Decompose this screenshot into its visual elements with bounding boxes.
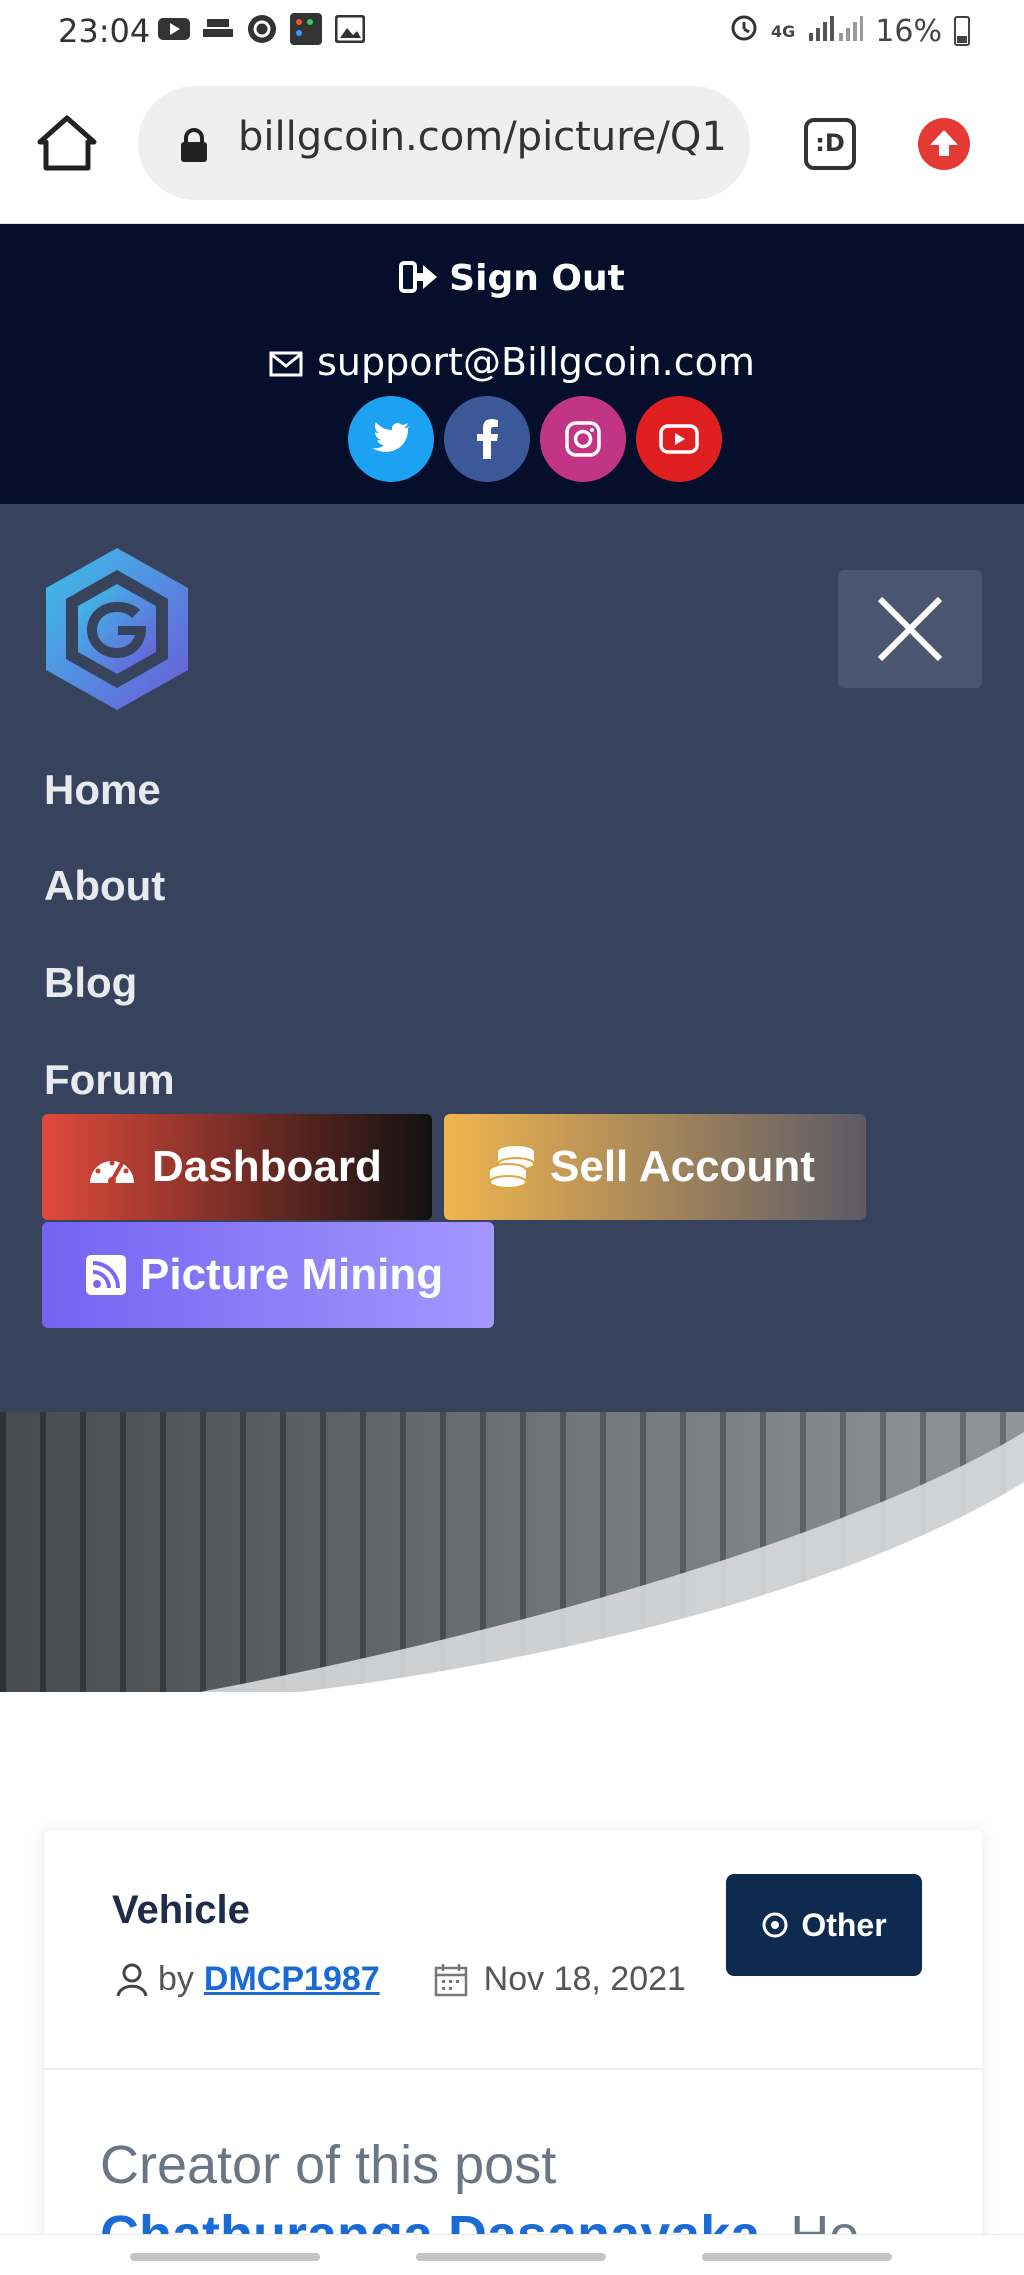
sell-account-button[interactable]: Sell Account (444, 1114, 866, 1220)
status-time: 23:04 (58, 12, 151, 50)
youtube-icon (659, 424, 699, 454)
status-bar: 23:04 4G 16% (0, 0, 1024, 62)
mobile-menu: Home About Blog Forum Dashboard Sell Acc… (0, 504, 1024, 1412)
post-title: Vehicle (112, 1888, 250, 1932)
notification-icons (158, 13, 366, 45)
facebook-button[interactable] (444, 396, 530, 482)
picture-mining-label: Picture Mining (140, 1250, 444, 1299)
gallery-notification-icon (334, 14, 366, 44)
arrow-up-icon (930, 130, 958, 156)
divider (44, 2068, 982, 2070)
post-meta: by DMCP1987 Nov 18, 2021 (116, 1960, 686, 1999)
battery-level: 16% (875, 13, 942, 49)
support-email-link[interactable]: support@Billgcoin.com (0, 340, 1024, 386)
battery-icon (954, 16, 970, 46)
home-icon (37, 115, 97, 171)
update-button[interactable] (918, 118, 970, 170)
speedometer-icon (90, 1160, 134, 1185)
twitter-button[interactable] (348, 396, 434, 482)
sell-account-label: Sell Account (550, 1142, 815, 1191)
address-bar[interactable]: billgcoin.com/picture/Q1E (138, 86, 750, 200)
nav-forum[interactable]: Forum (44, 1056, 175, 1104)
signal-icon (807, 14, 864, 49)
post-intro: Creator of this post (100, 2135, 557, 2195)
network-type: 4G (771, 21, 796, 41)
recents-handle[interactable] (130, 2253, 320, 2261)
dashboard-button[interactable]: Dashboard (42, 1114, 432, 1220)
billgcoin-logo (46, 548, 188, 710)
twitter-icon (372, 422, 411, 452)
back-handle[interactable] (702, 2253, 892, 2261)
site-topbar: Sign Out support@Billgcoin.com (0, 224, 1024, 504)
nav-home[interactable]: Home (44, 766, 161, 814)
rss-icon (86, 1255, 126, 1295)
nav-about[interactable]: About (44, 862, 165, 910)
sign-out-link[interactable]: Sign Out (0, 258, 1024, 303)
media-notification-icon (290, 13, 322, 45)
tab-switcher-button[interactable]: :D (804, 118, 856, 170)
dashboard-label: Dashboard (152, 1142, 382, 1191)
url-text: billgcoin.com/picture/Q1E (238, 114, 728, 160)
picture-mining-button[interactable]: Picture Mining (42, 1222, 494, 1328)
sign-out-icon (399, 260, 439, 303)
by-label: by (158, 1960, 194, 1998)
cast-notification-icon (202, 14, 234, 44)
post-date: Nov 18, 2021 (483, 1960, 686, 1998)
home-handle[interactable] (416, 2253, 606, 2261)
home-button[interactable] (36, 112, 98, 174)
app-notification-icon (246, 14, 278, 44)
close-menu-button[interactable] (838, 570, 982, 688)
close-icon (877, 596, 943, 662)
category-label: Other (801, 1906, 887, 1943)
system-navigation-bar (0, 2234, 1024, 2275)
nav-blog[interactable]: Blog (44, 959, 137, 1007)
user-icon (116, 1963, 148, 1997)
instagram-button[interactable] (540, 396, 626, 482)
support-email: support@Billgcoin.com (317, 340, 755, 384)
instagram-icon (565, 421, 601, 457)
sign-out-label: Sign Out (449, 258, 625, 299)
youtube-button[interactable] (636, 396, 722, 482)
browser-toolbar: billgcoin.com/picture/Q1E :D (0, 62, 1024, 224)
social-links (348, 396, 722, 482)
post-card: Vehicle by DMCP1987 Nov 18, 2021 Other C… (44, 1830, 982, 2275)
category-badge[interactable]: Other (726, 1874, 922, 1976)
lock-icon (178, 128, 210, 162)
hero-wave (200, 1432, 1024, 1692)
calendar-icon (434, 1963, 467, 1996)
site-logo[interactable] (40, 544, 194, 714)
coins-icon (489, 1146, 535, 1189)
facebook-icon (477, 419, 498, 459)
dot-circle-icon (762, 1912, 788, 1938)
author-link[interactable]: DMCP1987 (204, 1960, 380, 1999)
youtube-notification-icon (158, 14, 190, 44)
hero-banner-image (0, 1412, 1024, 1692)
envelope-icon (269, 342, 303, 386)
alarm-icon (729, 12, 759, 50)
system-status: 4G 16% (729, 12, 970, 50)
